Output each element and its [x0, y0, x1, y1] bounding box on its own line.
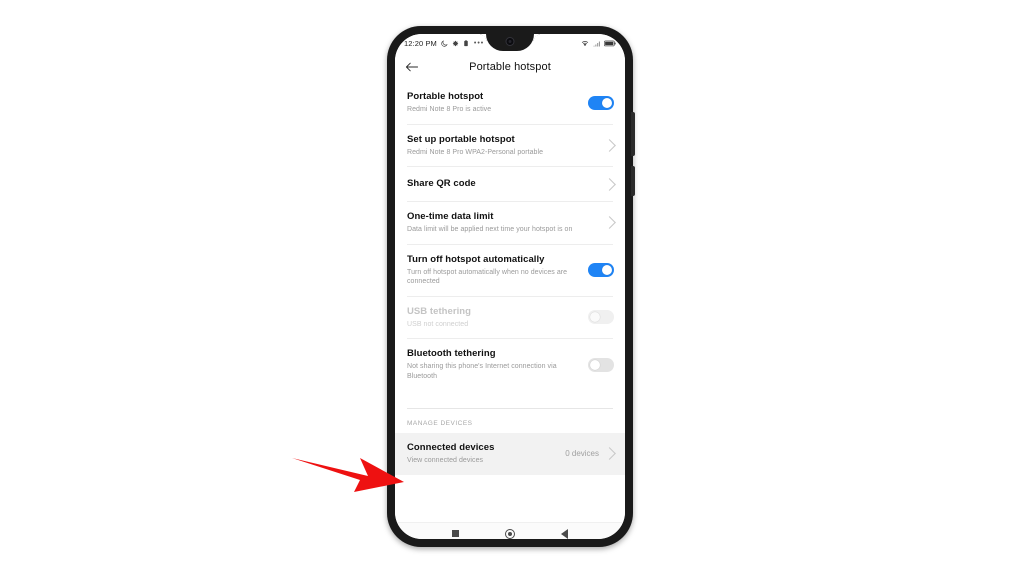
list-item-set-up-portable-hotspot[interactable]: Set up portable hotspot Redmi Note 8 Pro… — [395, 125, 625, 167]
nav-home-button[interactable] — [505, 528, 515, 539]
row-title: USB tethering — [407, 305, 471, 317]
wifi-icon — [581, 40, 589, 47]
back-triangle-icon — [561, 528, 568, 539]
row-subtitle: Redmi Note 8 Pro is active — [407, 106, 492, 113]
battery-saver-icon — [463, 39, 469, 47]
row-subtitle: Not sharing this phone's Internet connec… — [407, 363, 557, 380]
settings-list[interactable]: Portable hotspot Redmi Note 8 Pro is act… — [395, 82, 625, 522]
row-title: Turn off hotspot automatically — [407, 253, 545, 265]
page-title: Portable hotspot — [469, 61, 551, 73]
row-subtitle: Data limit will be applied next time you… — [407, 226, 573, 233]
volume-button[interactable] — [631, 112, 635, 156]
back-arrow-icon[interactable] — [405, 61, 423, 73]
list-item-usb-tethering: USB tethering USB not connected — [395, 297, 625, 339]
row-text: Turn off hotspot automatically Turn off … — [407, 254, 588, 287]
signal-icon — [593, 40, 601, 47]
android-navigation-bar — [395, 522, 625, 539]
gear-icon — [452, 40, 459, 47]
row-title: Set up portable hotspot — [407, 133, 515, 145]
toggle-usb-tethering — [588, 310, 614, 325]
toggle-bluetooth-tethering[interactable] — [588, 357, 614, 372]
toggle-portable-hotspot[interactable] — [588, 95, 614, 110]
list-item-connected-devices[interactable]: Connected devices View connected devices… — [395, 433, 625, 475]
row-subtitle: Turn off hotspot automatically when no d… — [407, 268, 568, 286]
row-text: Share QR code — [407, 178, 603, 190]
row-text: USB tethering USB not connected — [407, 306, 588, 330]
chevron-right-icon — [603, 138, 616, 152]
row-title: Connected devices — [407, 442, 495, 453]
chevron-right-icon — [603, 447, 616, 461]
front-camera-icon — [505, 37, 515, 46]
toggle-knob — [590, 359, 600, 370]
battery-icon — [604, 40, 616, 47]
list-item-one-time-data-limit[interactable]: One-time data limit Data limit will be a… — [395, 202, 625, 244]
recents-square-icon — [452, 530, 459, 537]
list-item-bluetooth-tethering[interactable]: Bluetooth tethering Not sharing this pho… — [395, 339, 625, 390]
status-bar-right — [581, 40, 616, 47]
app-bar: Portable hotspot — [395, 52, 625, 82]
row-title: Share QR code — [407, 178, 476, 189]
nav-back-button[interactable] — [561, 528, 568, 539]
moon-icon — [441, 39, 448, 47]
section-header-manage-devices: MANAGE DEVICES — [407, 420, 473, 427]
toggle-knob — [602, 265, 612, 275]
row-text: Portable hotspot Redmi Note 8 Pro is act… — [407, 91, 588, 115]
row-subtitle: View connected devices — [407, 457, 484, 464]
connected-devices-count: 0 devices — [565, 449, 599, 459]
screenshot-canvas: 12:20 PM ••• Portable hotspot Portable h… — [0, 0, 1024, 576]
row-title: Bluetooth tethering — [407, 348, 496, 359]
power-button[interactable] — [631, 166, 635, 196]
list-item-share-qr-code[interactable]: Share QR code — [395, 167, 625, 201]
status-bar-left: 12:20 PM ••• — [404, 39, 484, 48]
nav-recents-button[interactable] — [452, 530, 459, 537]
toggle-knob — [590, 312, 600, 323]
list-item-turn-off-hotspot-automatically[interactable]: Turn off hotspot automatically Turn off … — [395, 245, 625, 296]
row-subtitle: Redmi Note 8 Pro WPA2-Personal portable — [407, 148, 544, 156]
phone-screen: 12:20 PM ••• Portable hotspot Portable h… — [395, 34, 625, 539]
status-time: 12:20 PM — [404, 38, 437, 48]
home-circle-icon — [505, 528, 515, 539]
chevron-right-icon — [603, 216, 616, 230]
chevron-right-icon — [603, 177, 616, 191]
row-text: Set up portable hotspot Redmi Note 8 Pro… — [407, 134, 603, 158]
row-text: Bluetooth tethering Not sharing this pho… — [407, 348, 588, 381]
row-text: One-time data limit Data limit will be a… — [407, 211, 603, 235]
row-title: Portable hotspot — [407, 91, 484, 102]
toggle-knob — [602, 97, 612, 108]
toggle-turn-off-hotspot-automatically[interactable] — [588, 263, 614, 277]
row-text: Connected devices View connected devices — [407, 442, 565, 466]
row-title: One-time data limit — [407, 211, 494, 222]
row-subtitle: USB not connected — [407, 320, 469, 328]
phone-device-frame: 12:20 PM ••• Portable hotspot Portable h… — [387, 26, 635, 547]
list-item-portable-hotspot[interactable]: Portable hotspot Redmi Note 8 Pro is act… — [395, 82, 625, 124]
